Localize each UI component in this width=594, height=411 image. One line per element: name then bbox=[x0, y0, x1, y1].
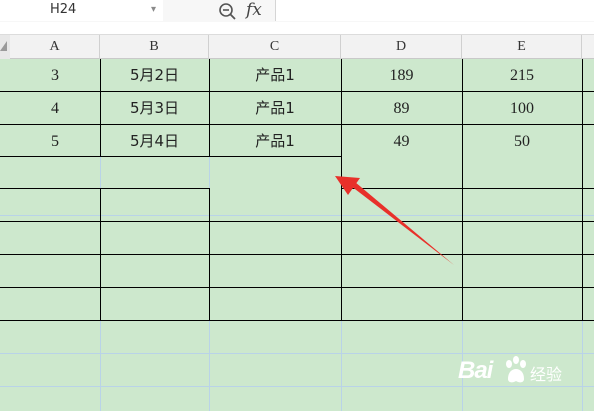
cell-e3[interactable]: 50 bbox=[462, 125, 582, 158]
cell-a3[interactable]: 5 bbox=[10, 125, 100, 158]
select-all-corner[interactable] bbox=[0, 35, 10, 59]
fx-icon[interactable]: fx bbox=[246, 0, 262, 20]
cell-border bbox=[341, 157, 342, 320]
gridline bbox=[100, 320, 101, 411]
cell-a1[interactable]: 3 bbox=[10, 59, 100, 92]
watermark-text-jingyan: 经验 bbox=[530, 365, 563, 384]
cell-reference: H24 bbox=[50, 2, 77, 17]
cell-border bbox=[341, 188, 594, 189]
column-header-f[interactable] bbox=[582, 35, 594, 59]
cell-d2[interactable]: 89 bbox=[341, 92, 462, 125]
cell-b3[interactable]: 5月4日 bbox=[100, 125, 209, 158]
toolbar-gap bbox=[0, 22, 594, 34]
cell-border bbox=[0, 254, 594, 255]
gridline bbox=[100, 157, 101, 188]
cell-d1[interactable]: 189 bbox=[341, 59, 462, 92]
gridline bbox=[0, 215, 594, 216]
formula-tools: fx bbox=[163, 0, 276, 21]
cell-border bbox=[582, 157, 583, 320]
cell-d3[interactable]: 49 bbox=[341, 125, 462, 158]
name-box[interactable]: H24 ▾ bbox=[0, 0, 164, 21]
cell-border bbox=[0, 221, 594, 222]
cell-border bbox=[209, 188, 210, 320]
column-header-d[interactable]: D bbox=[341, 35, 462, 59]
chevron-down-icon[interactable]: ▾ bbox=[151, 4, 156, 15]
gridline bbox=[0, 353, 594, 354]
column-header-b[interactable]: B bbox=[100, 35, 209, 59]
cell-b1[interactable]: 5月2日 bbox=[100, 59, 209, 92]
paw-icon bbox=[506, 356, 526, 383]
cell-b2[interactable]: 5月3日 bbox=[100, 92, 209, 125]
cell-border bbox=[100, 188, 101, 320]
baidu-watermark: Bai 经验 bbox=[458, 355, 588, 391]
formula-input[interactable] bbox=[276, 0, 594, 21]
cell-border bbox=[582, 59, 583, 157]
cell-c1[interactable]: 产品1 bbox=[209, 59, 341, 92]
column-header-e[interactable]: E bbox=[462, 35, 582, 59]
column-header-a[interactable]: A bbox=[10, 35, 100, 59]
zoom-search-icon[interactable] bbox=[217, 1, 237, 21]
cell-e1[interactable]: 215 bbox=[462, 59, 582, 92]
gridline bbox=[341, 320, 342, 411]
cell-border bbox=[0, 320, 594, 321]
cell-border bbox=[0, 287, 594, 288]
cell-border bbox=[462, 157, 463, 320]
cell-c3[interactable]: 产品1 bbox=[209, 125, 341, 158]
cell-c2[interactable]: 产品1 bbox=[209, 92, 341, 125]
watermark-text-bai: Bai bbox=[458, 357, 493, 384]
cell-border bbox=[0, 188, 209, 189]
cell-a2[interactable]: 4 bbox=[10, 92, 100, 125]
column-header-row: A B C D E bbox=[0, 34, 594, 59]
formula-bar: H24 ▾ fx bbox=[0, 0, 594, 23]
cell-e2[interactable]: 100 bbox=[462, 92, 582, 125]
column-header-c[interactable]: C bbox=[209, 35, 341, 59]
